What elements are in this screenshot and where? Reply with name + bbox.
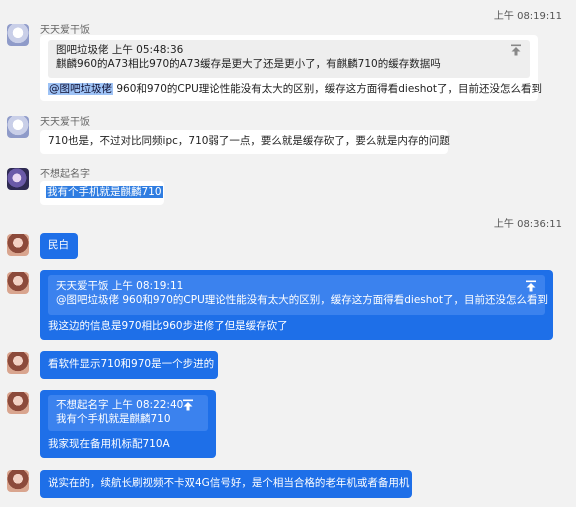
avatar[interactable] (7, 24, 29, 46)
message-bubble[interactable]: 不想起名字 上午 08:22:40 我有个手机就是麒麟710 我家现在备用机标配… (40, 390, 216, 458)
quote-text: 我有个手机就是麒麟710 (56, 413, 171, 425)
quote-text: 麒麟960的A73相比970的A73缓存是更大了还是更小了，有麒麟710的缓存数… (56, 58, 441, 70)
message-bubble[interactable]: 看软件显示710和970是一个步进的 (40, 351, 218, 379)
avatar[interactable] (7, 116, 29, 138)
message-bubble[interactable]: 说实在的，续航长刷视频不卡双4G信号好，是个相当合格的老年机或者备用机 (40, 470, 412, 498)
arrow-up-bar-icon[interactable] (182, 399, 194, 411)
quoted-message[interactable]: 图吧垃圾佬 上午 05:48:36 麒麟960的A73相比970的A73缓存是更… (48, 40, 530, 78)
avatar[interactable] (7, 168, 29, 190)
message-bubble[interactable]: 民白 (40, 233, 78, 259)
message-text: 民白 (48, 239, 69, 251)
quoted-message[interactable]: 天天爱干饭 上午 08:19:11 @图吧垃圾佬 960和970的CPU理论性能… (48, 275, 548, 315)
quote-text: @图吧垃圾佬 960和970的CPU理论性能没有太大的区别，缓存这方面得看die… (56, 294, 548, 306)
sender-name: 不想起名字 (40, 169, 90, 180)
message-bubble[interactable]: 天天爱干饭 上午 08:19:11 @图吧垃圾佬 960和970的CPU理论性能… (40, 270, 553, 340)
message-text: 我这边的信息是970相比960步进修了但是缓存砍了 (48, 320, 288, 332)
message-text: 我家现在备用机标配710A (48, 438, 170, 450)
quote-header: 图吧垃圾佬 上午 05:48:36 (56, 44, 184, 56)
message-bubble[interactable]: 图吧垃圾佬 上午 05:48:36 麒麟960的A73相比970的A73缓存是更… (40, 35, 542, 101)
quote-header: 天天爱干饭 上午 08:19:11 (56, 280, 184, 292)
message-bubble[interactable]: 我有个手机就是麒麟710 (40, 181, 164, 205)
sender-name: 天天爱干饭 (40, 25, 90, 36)
avatar[interactable] (7, 392, 29, 414)
avatar[interactable] (7, 470, 29, 492)
avatar[interactable] (7, 352, 29, 374)
message-text: 710也是，不过对比同频ipc，710弱了一点，要么就是缓存砍了，要么就是内存的… (48, 135, 450, 147)
timestamp: 上午 08:19:11 (493, 11, 562, 22)
message-text: 看软件显示710和970是一个步进的 (48, 358, 215, 370)
message-text: 说实在的，续航长刷视频不卡双4G信号好，是个相当合格的老年机或者备用机 (48, 477, 410, 489)
avatar[interactable] (7, 272, 29, 294)
sender-name: 天天爱干饭 (40, 117, 90, 128)
arrow-up-bar-icon[interactable] (510, 44, 522, 56)
quoted-message[interactable]: 不想起名字 上午 08:22:40 我有个手机就是麒麟710 (48, 395, 208, 431)
quote-header: 不想起名字 上午 08:22:40 (56, 399, 184, 411)
message-text: @图吧垃圾佬 960和970的CPU理论性能没有太大的区别，缓存这方面得看die… (48, 83, 542, 95)
message-bubble[interactable]: 710也是，不过对比同频ipc，710弱了一点，要么就是缓存砍了，要么就是内存的… (40, 130, 450, 154)
message-text: 我有个手机就是麒麟710 (46, 186, 163, 198)
mention[interactable]: @图吧垃圾佬 (48, 83, 113, 95)
timestamp: 上午 08:36:11 (493, 219, 562, 230)
avatar[interactable] (7, 234, 29, 256)
arrow-up-bar-icon[interactable] (525, 280, 537, 292)
